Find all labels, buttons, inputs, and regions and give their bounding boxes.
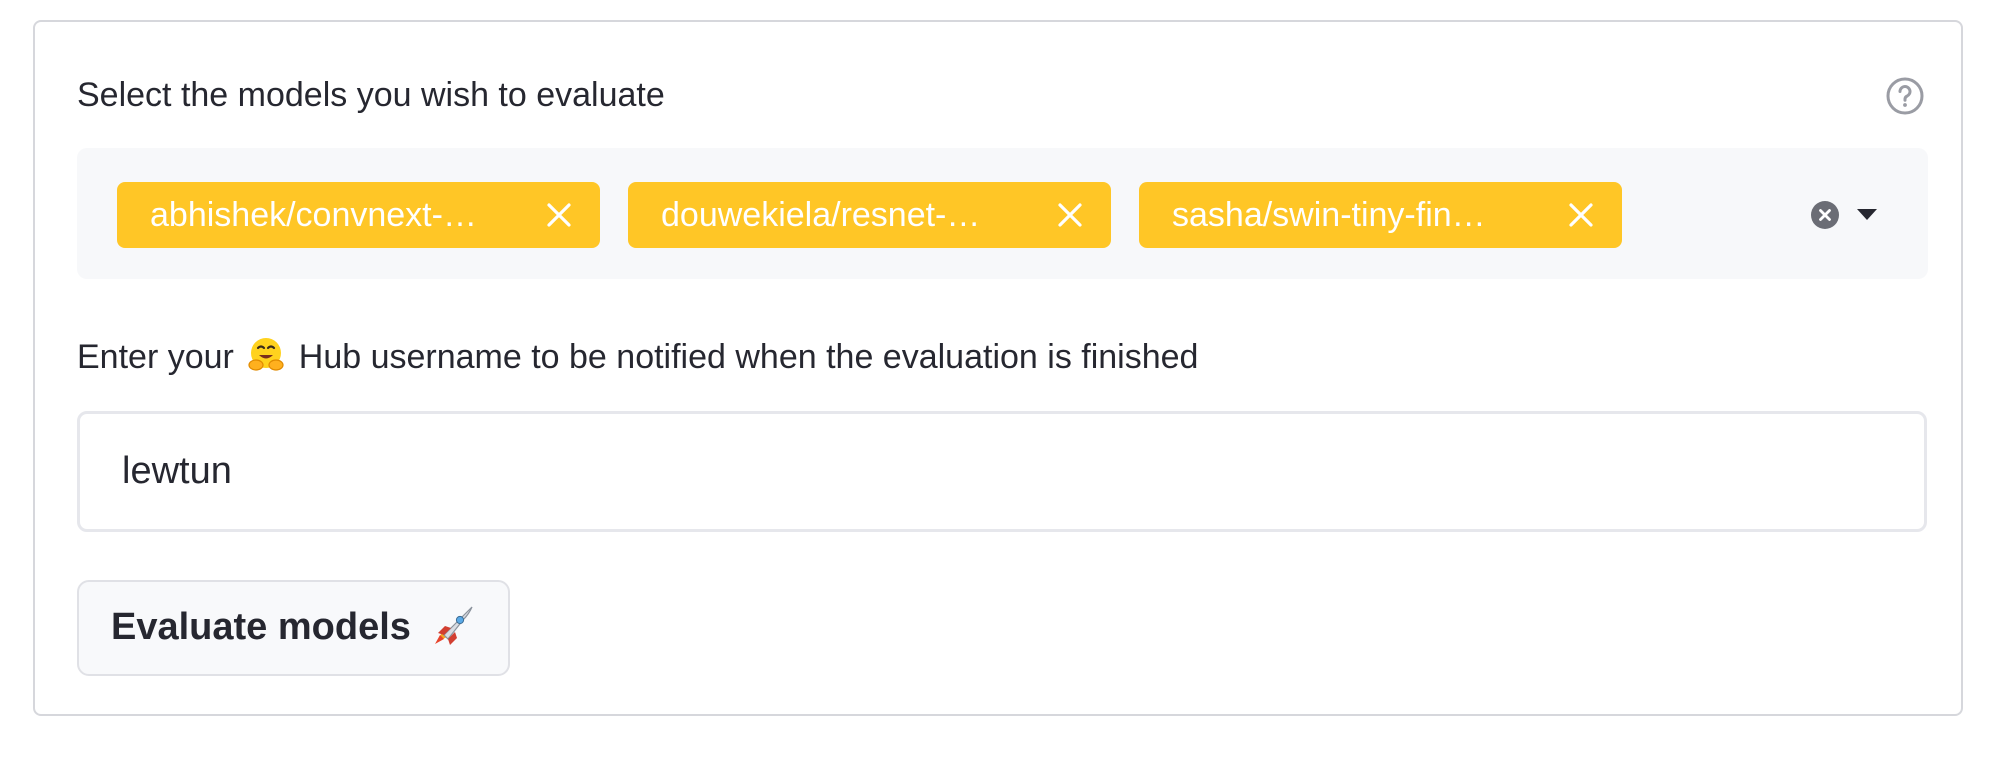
evaluate-models-button-label: Evaluate models: [111, 606, 411, 648]
close-icon[interactable]: [543, 199, 575, 231]
selected-model-tag: sasha/swin-tiny-fin…: [1139, 182, 1622, 248]
evaluate-models-button[interactable]: Evaluate models: [77, 580, 510, 676]
close-icon[interactable]: [1054, 199, 1086, 231]
selected-model-label: douwekiela/resnet-…: [661, 196, 981, 234]
username-label-suffix: Hub username to be notified when the eva…: [298, 338, 1199, 376]
model-multiselect[interactable]: abhishek/convnext-… douwekiela/resnet-… …: [77, 148, 1928, 279]
rocket-icon: [435, 606, 473, 645]
selected-model-label: abhishek/convnext-…: [150, 196, 477, 234]
selected-model-label: sasha/swin-tiny-fin…: [1172, 196, 1486, 234]
hugging-face-emoji-icon: [248, 338, 284, 371]
clear-circle-icon[interactable]: [1810, 200, 1840, 230]
caret-down-icon[interactable]: [1856, 205, 1878, 225]
close-icon[interactable]: [1565, 199, 1597, 231]
question-circle-icon[interactable]: [1885, 76, 1925, 116]
model-select-label: Select the models you wish to evaluate: [77, 76, 665, 114]
username-label-prefix: Enter your: [77, 338, 234, 376]
selected-model-tag: douwekiela/resnet-…: [628, 182, 1111, 248]
username-label: Enter your Hub username to be notified w…: [77, 336, 1198, 377]
username-input[interactable]: [77, 411, 1927, 532]
selected-model-tag: abhishek/convnext-…: [117, 182, 600, 248]
